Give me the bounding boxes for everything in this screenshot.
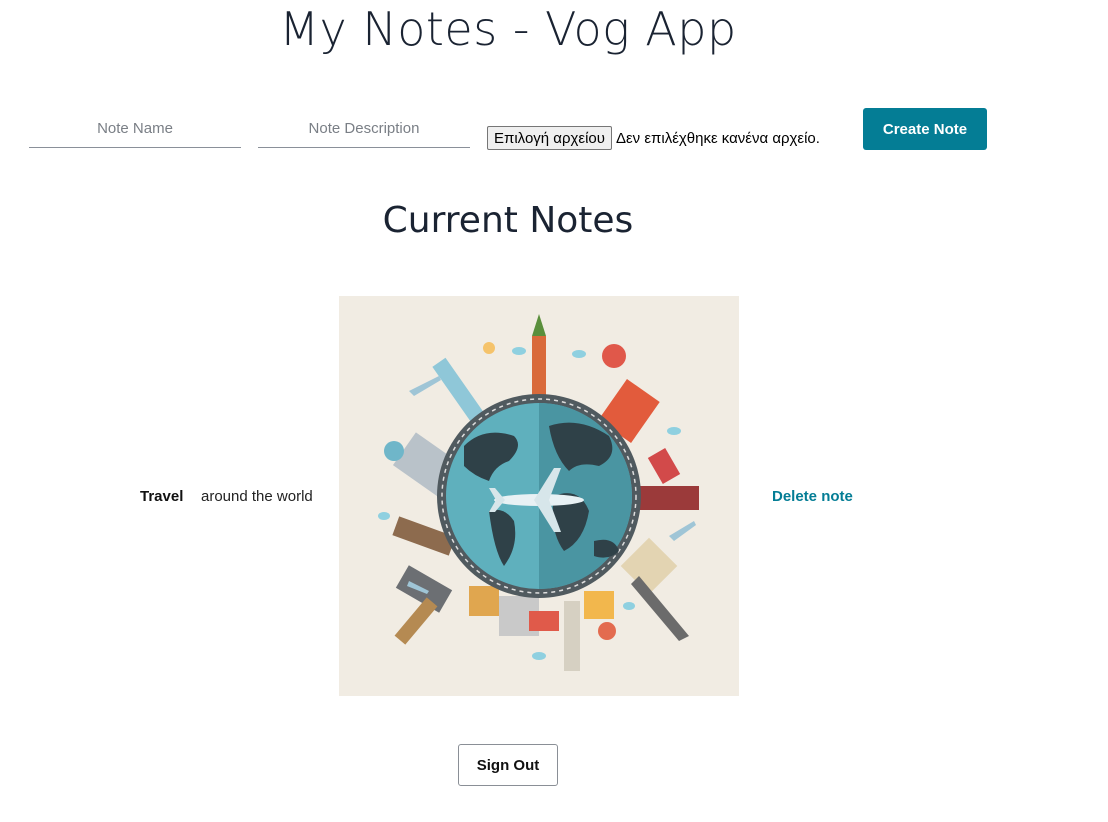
note-image xyxy=(339,296,739,696)
note-name: Travel xyxy=(140,488,184,505)
file-picker: Επιλογή αρχείου Δεν επιλέχθηκε κανένα αρ… xyxy=(487,126,820,150)
app-title: My Notes - Vog App xyxy=(279,2,737,56)
create-note-button[interactable]: Create Note xyxy=(863,108,987,150)
delete-note-link[interactable]: Delete note xyxy=(772,488,853,505)
note-name-input[interactable] xyxy=(29,110,241,148)
note-description: around the world xyxy=(201,488,313,505)
note-description-input[interactable] xyxy=(258,110,470,148)
note-item: Travel around the world Delete note xyxy=(0,296,1108,696)
file-status-text: Δεν επιλέχθηκε κανένα αρχείο. xyxy=(615,129,820,147)
choose-file-button[interactable]: Επιλογή αρχείου xyxy=(487,126,612,150)
sign-out-button[interactable]: Sign Out xyxy=(458,744,558,786)
current-notes-title: Current Notes xyxy=(382,200,634,241)
